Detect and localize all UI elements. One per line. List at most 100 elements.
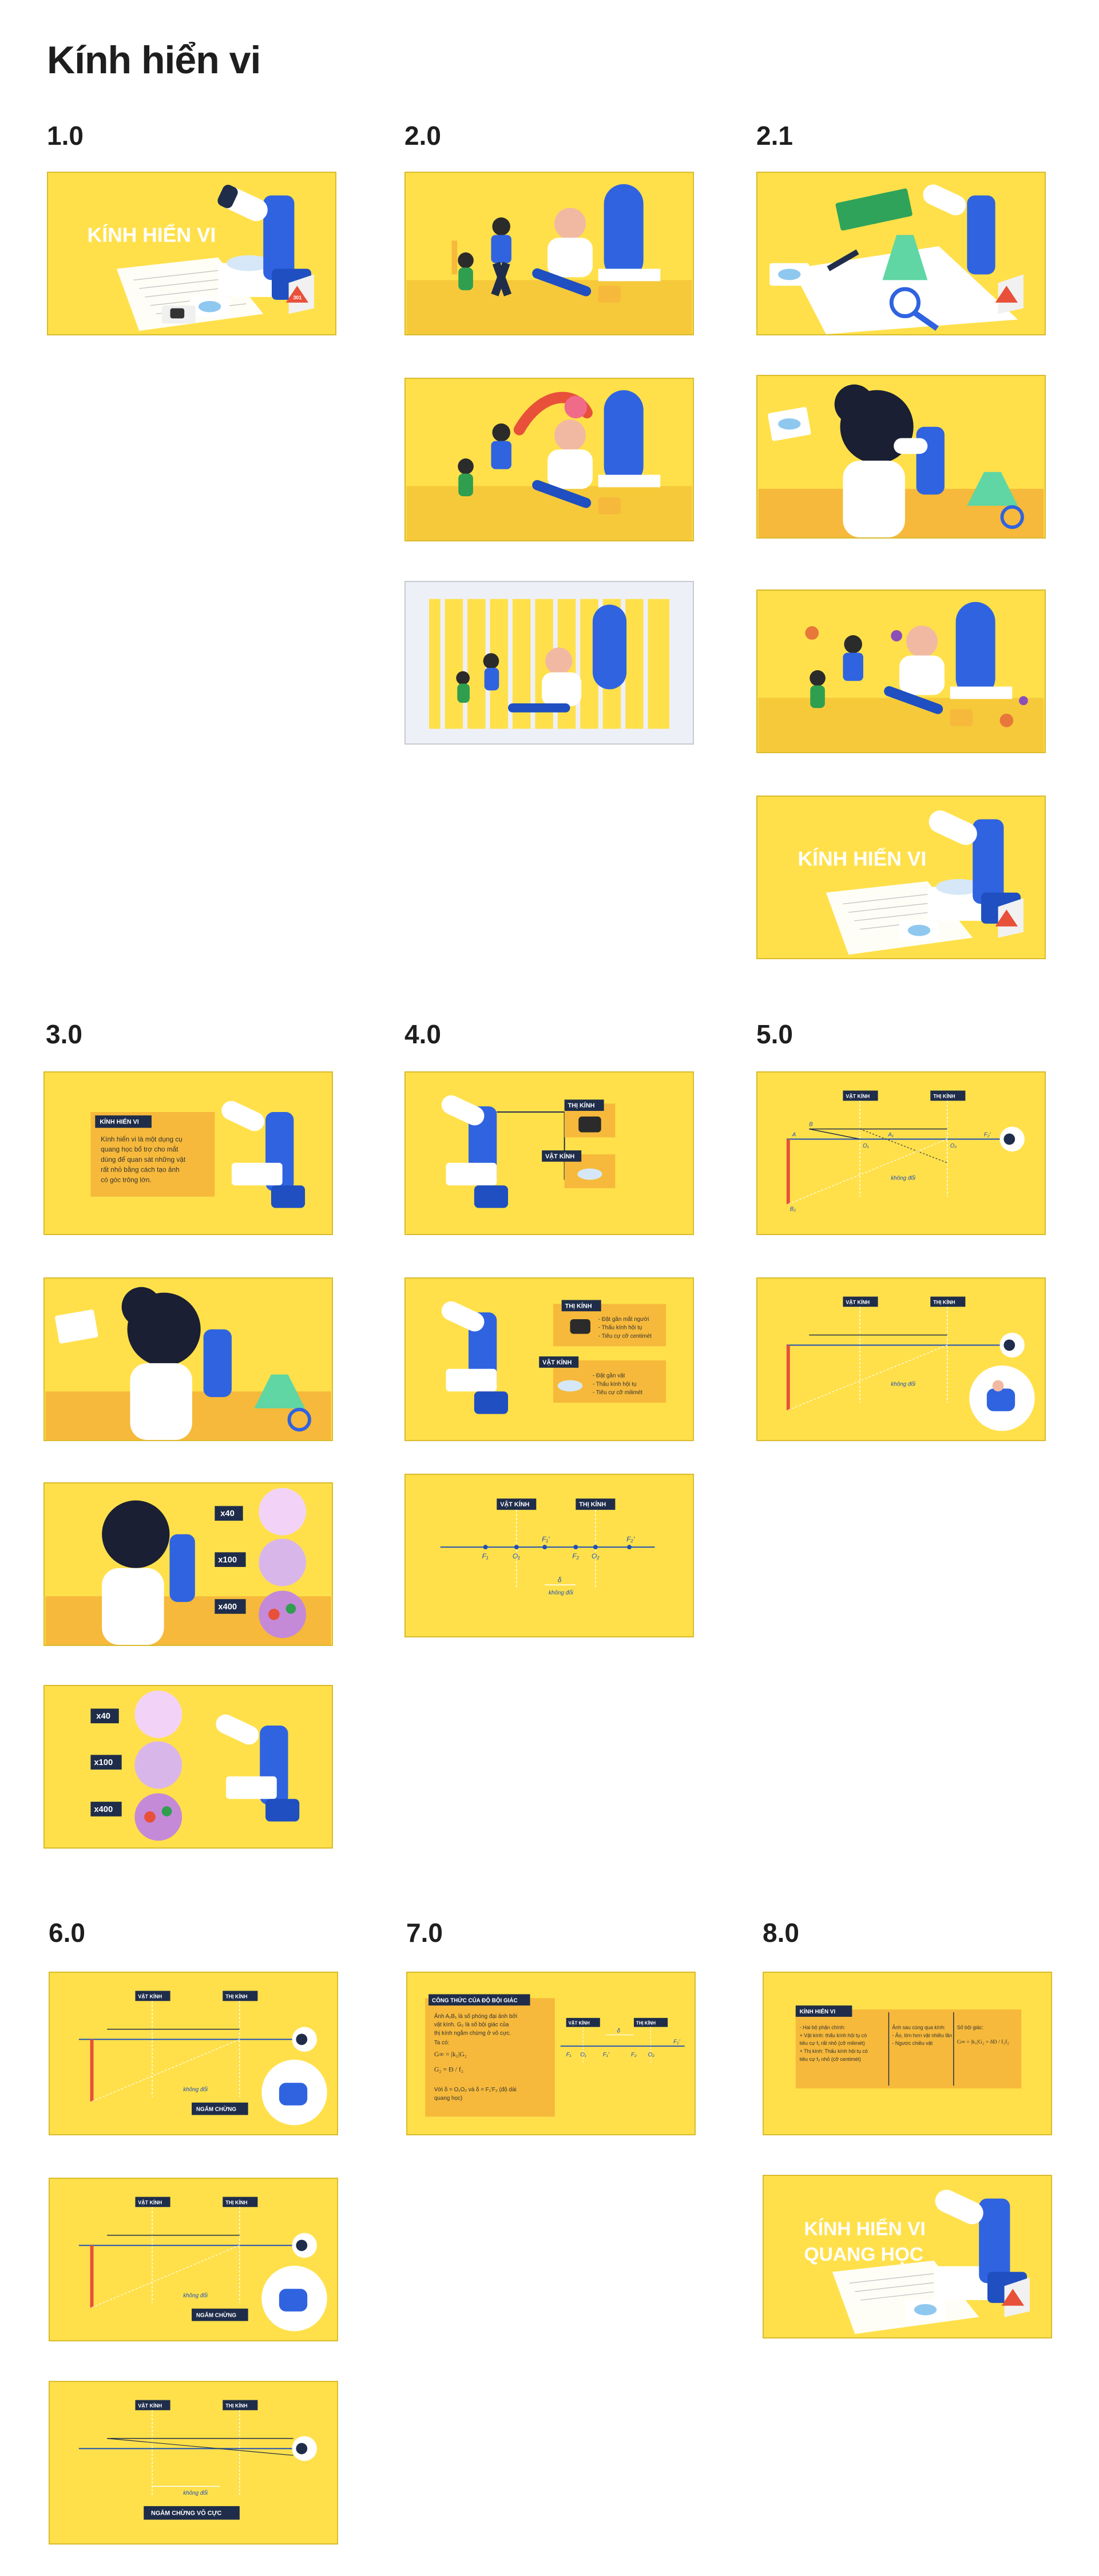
f7-delta: δ — [617, 2028, 620, 2035]
thumbnail-6-0-ngam-chung-vo-cuc[interactable]: VẬT KÍNH THỊ KÍNH không đổi NGẮM CHỪNG V… — [49, 2381, 338, 2545]
thumbnail-8-0-summary[interactable]: KÍNH HIỂN VI - Hai bộ phận chính: + Vật … — [763, 1972, 1052, 2135]
formula-text-4: Ta có: — [434, 2040, 449, 2046]
f7-f1: F₁ — [566, 2052, 572, 2058]
title-text: KÍNH HIỂN VI — [88, 223, 216, 246]
summary-tag: KÍNH HIỂN VI — [800, 2008, 836, 2015]
ray-o2: O₂ — [950, 1143, 957, 1149]
thumbnail-3-0-magnifications-microscope[interactable]: x40 x100 x400 — [43, 1685, 333, 1849]
ngam-chung-vo-cuc-diagram: VẬT KÍNH THỊ KÍNH không đổi NGẮM CHỪNG V… — [78, 2400, 317, 2520]
title-scene-illustration: 301 KÍNH HIỂN VI — [88, 184, 314, 331]
thi-kinh-note-1: - Đặt gần mắt người — [598, 1316, 649, 1323]
khong-doi-label: không đổi — [549, 1590, 574, 1596]
section-label-4-0: 4.0 — [404, 1019, 441, 1049]
nc2-thi-kinh-label: THỊ KÍNH — [225, 2199, 247, 2205]
magnification-levels-illustration: x40 x100 x400 — [45, 1487, 331, 1645]
ray-vat-kinh-label: VẬT KÍNH — [846, 1093, 870, 1099]
thumbnail-8-0-title[interactable]: KÍNH HIỂN VI QUANG HỌC — [763, 2175, 1052, 2338]
f7-f1p: F₁' — [603, 2052, 610, 2058]
f7-f2: F₂ — [631, 2052, 637, 2058]
thumbnail-4-0-axis-diagram[interactable]: VẬT KÍNH THỊ KÍNH F₁ O₁ F₁' F₂ O₂ F₂' δ … — [404, 1474, 694, 1637]
summary-col2-3: - Ngược chiều vật — [892, 2040, 933, 2046]
f7-thi-kinh-label: THỊ KÍNH — [636, 2021, 656, 2026]
scientist-illustration — [758, 384, 1044, 537]
axis-vat-kinh-label: VẬT KÍNH — [500, 1501, 529, 1508]
vat-kinh-label-2: VẬT KÍNH — [542, 1359, 572, 1366]
formula-text-2: vật kính. G₂ là số bội giác của — [434, 2022, 509, 2028]
final-title-line-1: KÍNH HIỂN VI — [804, 2218, 926, 2240]
vat-kinh-label: VẬT KÍNH — [545, 1153, 574, 1160]
card-text-line-2: quang học bổ trợ cho mắt — [101, 1145, 178, 1153]
thumbnail-2-1-lab-scene-germs[interactable] — [756, 589, 1046, 753]
thumbnail-4-0-parts-notes[interactable]: THỊ KÍNH VẬT KÍNH - Đặt gần mắt người - … — [404, 1277, 694, 1441]
formula-g-inf: G∞ = |k₁|G₂ — [434, 2050, 467, 2058]
mag-label-400: x400 — [218, 1602, 237, 1612]
lab-scene-falling-illustration — [406, 390, 692, 540]
formula-text-5: Với δ = O₁O₂ và δ = F₁'F₂ (độ dài — [434, 2087, 517, 2093]
ray-diagram-1: VẬT KÍNH THỊ KÍNH A B B₂ A₁ O₁ O₂ F₂' kh… — [786, 1090, 1025, 1213]
summary-col2-1: Ảnh sau cùng qua kính: — [892, 2024, 945, 2031]
thumbnail-2-0-lab-scene-fall[interactable] — [404, 378, 694, 541]
nc1-khong-doi: không đổi — [183, 2087, 208, 2093]
ray-khong-doi: không đổi — [891, 1175, 916, 1181]
thumbnail-2-1-scientist[interactable] — [756, 375, 1046, 539]
axis-f2: F₂ — [572, 1552, 579, 1560]
ngam-chung-diagram-2: VẬT KÍNH THỊ KÍNH NGẮM CHỪNG không đổi — [78, 2197, 327, 2332]
mag-label-40: x40 — [220, 1509, 235, 1518]
section-label-6-0: 6.0 — [49, 1918, 85, 1948]
vat-kinh-note-1: - Đặt gần vật — [593, 1373, 625, 1379]
lab-scene-stripes-illustration — [429, 599, 670, 729]
ray-a1: A₁ — [887, 1131, 894, 1138]
thumbnail-2-1-lab-desk[interactable] — [756, 172, 1046, 335]
summary-card: KÍNH HIỂN VI - Hai bộ phận chính: + Vật … — [795, 2005, 1022, 2089]
section-label-8-0: 8.0 — [763, 1918, 799, 1948]
thumbnail-3-0-scientist[interactable] — [43, 1277, 333, 1441]
thumbnail-2-0-lab-scene-stripes[interactable] — [404, 581, 694, 745]
ray2-khong-doi: không đổi — [891, 1381, 916, 1387]
thumbnail-2-0-lab-scene[interactable] — [404, 172, 694, 335]
nc1-thi-kinh-label: THỊ KÍNH — [225, 1993, 247, 1999]
thumbnail-5-0-ray-diagram[interactable]: VẬT KÍNH THỊ KÍNH A B B₂ A₁ O₁ O₂ F₂' kh… — [756, 1071, 1046, 1235]
thumbnail-3-0-definition-card[interactable]: KÍNH HIỂN VI Kính hiển vi là một dụng cụ… — [43, 1071, 333, 1235]
f7-f2p: F₂' — [673, 2039, 681, 2045]
section-label-7-0: 7.0 — [406, 1918, 443, 1948]
ngam-chung-diagram-1: VẬT KÍNH THỊ KÍNH NGẮM CHỪNG không đổi — [78, 1991, 327, 2126]
ray-b2: B₂ — [790, 1206, 796, 1213]
ncvc-thi-kinh-label: THỊ KÍNH — [225, 2403, 247, 2408]
formula-card: CÔNG THỨC CỦA ĐỘ BỘI GIÁC Ảnh A₁B₁ là số… — [425, 1994, 685, 2117]
thumbnail-6-0-ngam-chung-2[interactable]: VẬT KÍNH THỊ KÍNH NGẮM CHỪNG không đổi — [49, 2178, 338, 2341]
ray-o1: O₁ — [863, 1143, 869, 1149]
summary-col3-2: G∞ = |k₁|G₂ = δĐ / f₁f₂ — [957, 2039, 1009, 2045]
card-tag: KÍNH HIỂN VI — [100, 1118, 139, 1126]
page-title: Kính hiển vi — [47, 38, 261, 82]
formula-text-3: thị kính ngắm chừng ở vô cực. — [434, 2030, 511, 2036]
thumbnail-6-0-ngam-chung[interactable]: VẬT KÍNH THỊ KÍNH NGẮM CHỪNG không đổi — [49, 1972, 338, 2135]
ray2-thi-kinh-label: THỊ KÍNH — [933, 1299, 955, 1305]
f7-vat-kinh-label: VẬT KÍNH — [569, 2021, 590, 2026]
section-label-2-1: 2.1 — [756, 121, 793, 151]
formula-text-6: quang học) — [434, 2095, 462, 2102]
vat-kinh-note-3: - Tiêu cự cỡ milimét — [593, 1390, 642, 1396]
thumbnail-5-0-ray-diagram-eye[interactable]: VẬT KÍNH THỊ KÍNH không đổi — [756, 1277, 1046, 1441]
summary-col2-2: - Ảo, lớn hơn vật nhiều lần — [892, 2032, 952, 2038]
thi-kinh-label-2: THỊ KÍNH — [565, 1302, 592, 1309]
thumbnail-3-0-magnifications[interactable]: x40 x100 x400 — [43, 1482, 333, 1646]
ray-a: A — [792, 1131, 796, 1138]
optical-axis-diagram: VẬT KÍNH THỊ KÍNH F₁ O₁ F₁' F₂ O₂ F₂' δ … — [440, 1498, 655, 1596]
nc2-label: NGẮM CHỪNG — [196, 2312, 236, 2319]
thumbnail-2-1-title[interactable]: KÍNH HIỂN VI — [756, 796, 1046, 959]
card-text-line-3: dùng để quan sát những vật — [101, 1156, 186, 1164]
mag-label-400-b: x400 — [94, 1805, 113, 1814]
ray-thi-kinh-label: THỊ KÍNH — [933, 1093, 955, 1099]
formula-g2: G₂ = Đ / f₂ — [434, 2065, 463, 2074]
summary-col1-2: + Vật kính: thấu kính hội tụ có — [800, 2032, 867, 2038]
mag-label-100: x100 — [218, 1556, 237, 1565]
formula-tag: CÔNG THỨC CỦA ĐỘ BỘI GIÁC — [432, 1997, 518, 2004]
thi-kinh-note-2: - Thấu kính hội tụ — [598, 1325, 642, 1331]
card-text-line-4: rất nhỏ bằng cách tạo ảnh — [101, 1166, 179, 1174]
summary-col1-4: + Thị kính: Thấu kính hội tụ có — [800, 2048, 868, 2054]
thumbnail-7-0-formula[interactable]: CÔNG THỨC CỦA ĐỘ BỘI GIÁC Ảnh A₁B₁ là số… — [406, 1972, 696, 2135]
nc1-label: NGẮM CHỪNG — [196, 2106, 236, 2113]
thumbnail-4-0-parts[interactable]: THỊ KÍNH VẬT KÍNH — [404, 1071, 694, 1235]
thumbnail-1-0-title[interactable]: 301 KÍNH HIỂN VI — [47, 172, 336, 335]
summary-col3-1: Số bội giác: — [957, 2025, 983, 2031]
